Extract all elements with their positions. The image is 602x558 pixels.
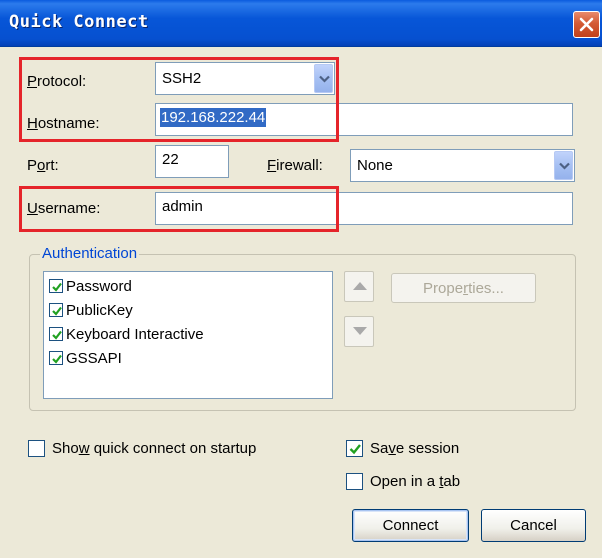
list-item-label: Keyboard Interactive	[66, 326, 204, 343]
close-button[interactable]	[573, 11, 600, 38]
checkmark-icon	[52, 306, 62, 316]
protocol-dropdown-button[interactable]	[314, 64, 333, 93]
open-in-tab-label: Open in a tab	[370, 473, 461, 490]
username-value: admin	[162, 198, 203, 215]
cancel-button[interactable]: Cancel	[481, 509, 586, 542]
firewall-label: Firewall:	[267, 157, 323, 174]
move-up-button[interactable]	[344, 271, 374, 302]
list-item-label: Password	[66, 278, 132, 295]
list-item-label: PublicKey	[66, 302, 133, 319]
move-down-button[interactable]	[344, 316, 374, 347]
hostname-value: 192.168.222.44	[160, 108, 267, 127]
checkmark-icon	[52, 330, 62, 340]
properties-button[interactable]: Properties...	[391, 273, 536, 303]
username-input[interactable]: admin	[155, 192, 573, 225]
checkbox-show-on-startup[interactable]	[28, 440, 45, 457]
port-input[interactable]: 22	[155, 145, 229, 178]
protocol-value: SSH2	[162, 70, 202, 87]
firewall-dropdown-button[interactable]	[554, 151, 573, 180]
protocol-select[interactable]: SSH2	[155, 62, 335, 95]
list-item-label: GSSAPI	[66, 350, 122, 367]
window-title: Quick Connect	[9, 12, 149, 32]
authentication-methods-list[interactable]: Password PublicKey Keyboard Interactive …	[43, 271, 333, 399]
username-label: Username:	[27, 200, 101, 217]
checkbox-keyboard-interactive[interactable]	[49, 327, 63, 341]
firewall-select[interactable]: None	[350, 149, 575, 182]
checkbox-save-session[interactable]	[346, 440, 363, 457]
checkbox-open-in-tab[interactable]	[346, 473, 363, 490]
checkmark-icon	[52, 354, 62, 364]
checkmark-icon	[52, 282, 62, 292]
checkbox-gssapi[interactable]	[49, 351, 63, 365]
connect-button[interactable]: Connect	[352, 509, 469, 542]
port-value: 22	[162, 151, 179, 168]
save-session-label: Save session	[370, 440, 460, 457]
authentication-legend: Authentication	[40, 245, 140, 262]
checkbox-password[interactable]	[49, 279, 63, 293]
title-bar[interactable]: Quick Connect	[0, 0, 602, 47]
checkbox-publickey[interactable]	[49, 303, 63, 317]
hostname-input[interactable]: 192.168.222.44	[155, 103, 573, 136]
protocol-label: Protocol:	[27, 73, 87, 90]
firewall-value: None	[357, 157, 393, 174]
port-label: Port:	[27, 157, 59, 174]
show-on-startup-label: Show quick connect on startup	[52, 440, 257, 457]
checkmark-icon	[349, 444, 361, 455]
hostname-label: Hostname:	[27, 115, 100, 132]
